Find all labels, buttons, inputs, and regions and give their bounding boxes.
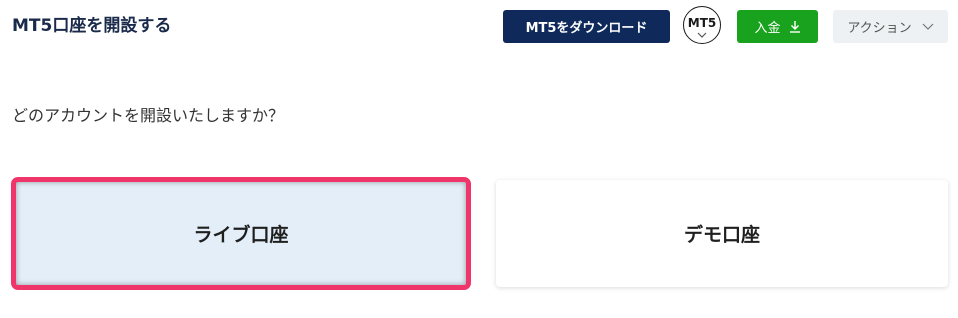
action-dropdown[interactable]: アクション — [833, 10, 948, 43]
action-label: アクション — [847, 21, 912, 36]
live-account-label: ライブ口座 — [193, 224, 289, 246]
platform-selector[interactable]: MT5 — [683, 6, 721, 44]
chevron-down-icon — [697, 32, 707, 38]
deposit-label: 入金 — [754, 21, 781, 36]
page: MT5口座を開設する MT5をダウンロード MT5 入金 アクション どのアカウ… — [0, 0, 958, 318]
live-account-card[interactable]: ライブ口座 — [11, 177, 471, 290]
account-type-question: どのアカウントを開設いたしますか？ — [12, 106, 285, 125]
demo-account-card[interactable]: デモ口座 — [496, 180, 948, 287]
deposit-button[interactable]: 入金 — [737, 10, 818, 43]
page-title: MT5口座を開設する — [12, 16, 172, 36]
demo-account-label: デモ口座 — [683, 224, 760, 246]
chevron-down-icon — [922, 23, 934, 30]
download-mt5-button[interactable]: MT5をダウンロード — [503, 10, 670, 43]
download-icon — [789, 20, 801, 33]
platform-badge-label: MT5 — [687, 15, 717, 30]
